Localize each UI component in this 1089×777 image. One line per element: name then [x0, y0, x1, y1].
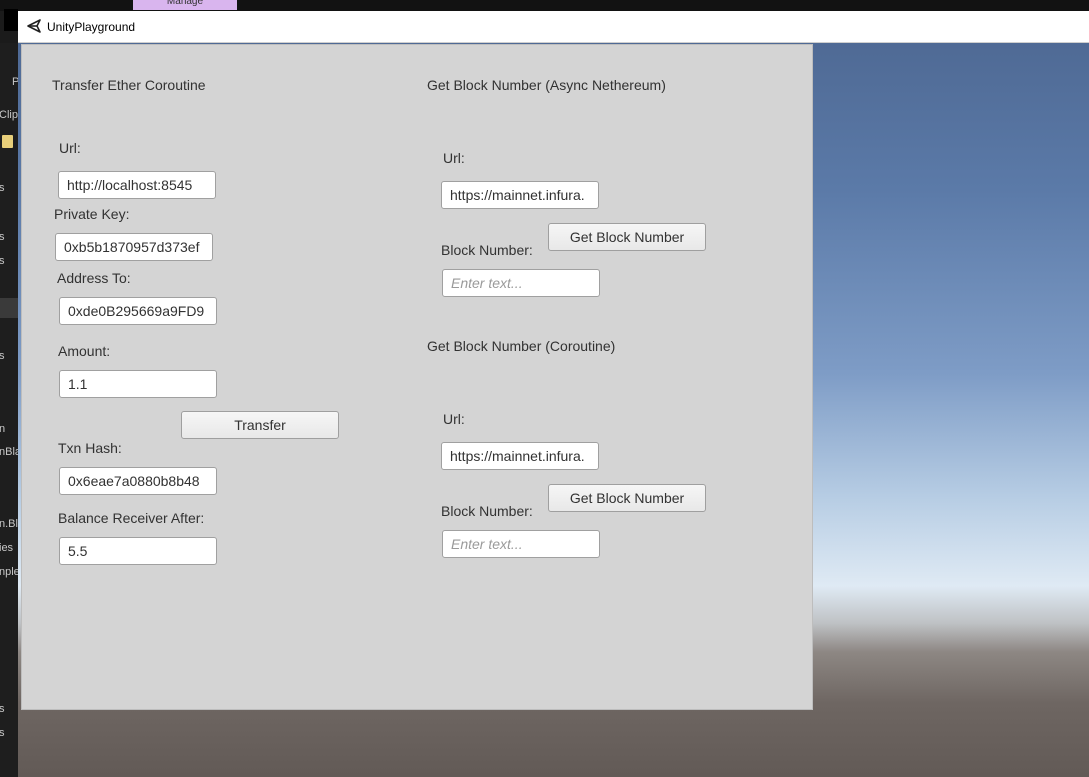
- private-key-input[interactable]: 0xb5b1870957d373ef: [55, 233, 213, 261]
- async-url-label: Url:: [443, 150, 465, 166]
- balance-receiver-input[interactable]: 5.5: [59, 537, 217, 565]
- background-selected-row: [0, 298, 20, 318]
- background-text-fragment: Clip: [0, 109, 18, 121]
- coroutine-block-number-label: Block Number:: [441, 503, 533, 519]
- window-title: UnityPlayground: [47, 20, 136, 34]
- background-text-fragment: s: [0, 350, 5, 362]
- private-key-label: Private Key:: [54, 206, 130, 222]
- coroutine-get-block-number-button[interactable]: Get Block Number: [548, 484, 706, 512]
- async-block-number-input[interactable]: Enter text...: [442, 269, 600, 297]
- background-text-fragment: n: [0, 423, 6, 435]
- playground-panel: Transfer Ether Coroutine Url: http://loc…: [21, 44, 813, 710]
- coroutine-url-input[interactable]: https://mainnet.infura.: [441, 442, 599, 470]
- transfer-url-input[interactable]: http://localhost:8545: [58, 171, 216, 199]
- background-editor-block: [4, 9, 18, 31]
- amount-label: Amount:: [58, 343, 111, 359]
- background-text-fragment: s: [0, 703, 5, 715]
- transfer-heading: Transfer Ether Coroutine: [52, 77, 206, 93]
- background-text-fragment: ies: [0, 542, 14, 554]
- transfer-url-label: Url:: [59, 140, 81, 156]
- coroutine-url-label: Url:: [443, 411, 465, 427]
- async-get-block-number-button[interactable]: Get Block Number: [548, 223, 706, 251]
- async-block-number-label: Block Number:: [441, 242, 533, 258]
- background-editor-tab: Manage: [133, 0, 237, 10]
- address-to-input[interactable]: 0xde0B295669a9FD9: [59, 297, 217, 325]
- background-editor-toolbar: Manage: [0, 0, 1089, 31]
- background-text-fragment: n.Bl: [0, 518, 18, 530]
- async-block-heading: Get Block Number (Async Nethereum): [427, 77, 666, 93]
- background-text-fragment: s: [0, 255, 5, 267]
- background-text-fragment: nple: [0, 566, 20, 578]
- amount-input[interactable]: 1.1: [59, 370, 217, 398]
- background-text-fragment: s: [0, 231, 5, 243]
- background-text-fragment: nBla: [0, 446, 20, 458]
- transfer-button[interactable]: Transfer: [181, 411, 339, 439]
- background-editor-panel: P Clip s s s s n nBla n.Bl ies nple s s: [0, 43, 20, 777]
- background-text-fragment: s: [0, 727, 5, 739]
- folder-icon: [2, 135, 13, 148]
- async-url-input[interactable]: https://mainnet.infura.: [441, 181, 599, 209]
- coroutine-block-heading: Get Block Number (Coroutine): [427, 338, 616, 354]
- unity-logo-icon: [27, 19, 41, 33]
- background-text-fragment: s: [0, 182, 5, 194]
- txn-hash-label: Txn Hash:: [58, 440, 122, 456]
- coroutine-block-number-input[interactable]: Enter text...: [442, 530, 600, 558]
- window-titlebar[interactable]: UnityPlayground: [18, 11, 1089, 43]
- balance-receiver-label: Balance Receiver After:: [58, 510, 205, 526]
- txn-hash-input[interactable]: 0x6eae7a0880b8b48: [59, 467, 217, 495]
- address-to-label: Address To:: [57, 270, 131, 286]
